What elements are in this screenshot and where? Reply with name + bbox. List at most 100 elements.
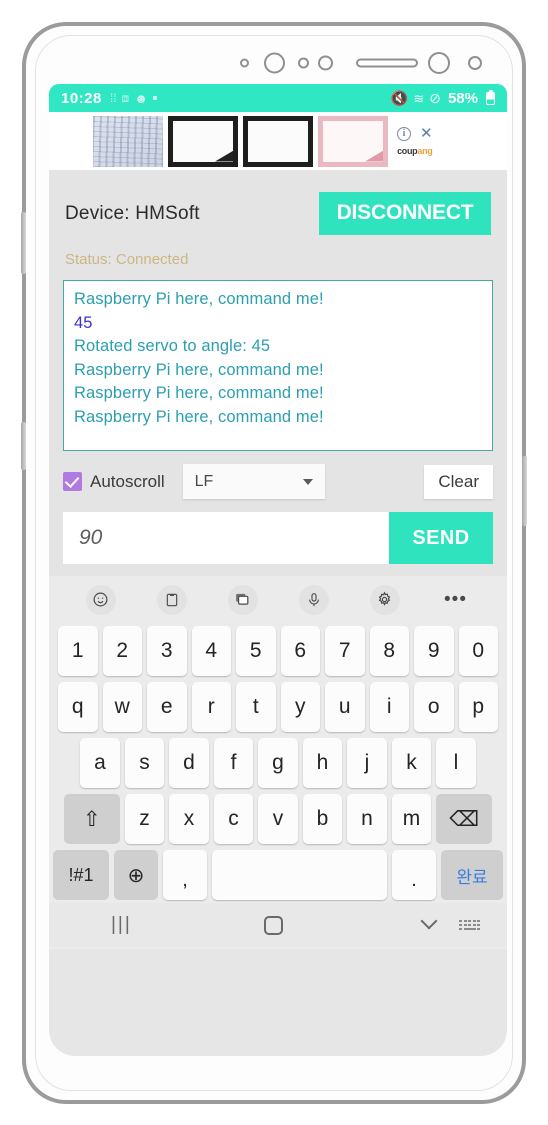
status-bar: 10:28 ⁞⁞ ⧈ ☻ 🔇 ≋ ⊘ 58% xyxy=(49,84,507,112)
more-options-icon[interactable]: ••• xyxy=(441,585,471,615)
key-q[interactable]: q xyxy=(58,682,98,732)
info-icon[interactable]: i xyxy=(397,126,411,141)
space-key[interactable] xyxy=(212,850,387,900)
key-t[interactable]: t xyxy=(236,682,276,732)
send-button[interactable]: SEND xyxy=(389,512,493,564)
key-f[interactable]: f xyxy=(213,738,254,788)
messenger-icon: ☻ xyxy=(134,90,148,106)
key-9[interactable]: 9 xyxy=(414,626,454,676)
done-key[interactable]: 완료 xyxy=(441,850,503,900)
key-k[interactable]: k xyxy=(391,738,432,788)
ad-controls: i ✕ coupang xyxy=(397,126,433,156)
keyboard-row-bottom: ⇧ z x c v b n m ⌫ xyxy=(49,791,507,847)
key-0[interactable]: 0 xyxy=(458,626,498,676)
wifi-icon: ≋ xyxy=(413,90,425,106)
key-c[interactable]: c xyxy=(213,794,254,844)
ad-brand-part1: coup xyxy=(397,145,418,156)
autoscroll-checkbox[interactable] xyxy=(63,472,82,491)
connection-status-label: Status: Connected xyxy=(65,251,189,268)
home-square-icon[interactable] xyxy=(263,915,283,935)
key-o[interactable]: o xyxy=(414,682,454,732)
settings-gear-icon[interactable] xyxy=(370,585,400,615)
power-button[interactable] xyxy=(522,456,527,526)
terminal-line: Raspberry Pi here, command me! xyxy=(74,384,324,402)
clipboard-icon[interactable] xyxy=(157,585,187,615)
sensor-dot-icon xyxy=(468,56,482,70)
key-v[interactable]: v xyxy=(258,794,298,844)
ad-control-row: i ✕ xyxy=(397,126,433,141)
key-u[interactable]: u xyxy=(325,682,365,732)
phone-screen: 10:28 ⁞⁞ ⧈ ☻ 🔇 ≋ ⊘ 58% i ✕ coupang Devic… xyxy=(49,84,507,1056)
volume-up-button[interactable] xyxy=(21,212,26,274)
battery-icon xyxy=(486,89,495,105)
key-d[interactable]: d xyxy=(169,738,209,788)
status-bar-clock: 10:28 xyxy=(61,89,102,107)
microphone-icon[interactable] xyxy=(299,585,329,615)
mute-icon: 🔇 xyxy=(390,90,409,106)
keyboard-toggle-button[interactable] xyxy=(459,919,481,931)
terminal-line: Raspberry Pi here, command me! xyxy=(74,360,324,379)
symbols-key[interactable]: !#1 xyxy=(53,850,109,900)
key-7[interactable]: 7 xyxy=(325,626,365,676)
shift-key[interactable]: ⇧ xyxy=(63,794,120,844)
key-2[interactable]: 2 xyxy=(102,626,142,676)
dismiss-keyboard-button[interactable] xyxy=(283,912,460,936)
key-m[interactable]: m xyxy=(391,794,432,844)
chevron-down-icon xyxy=(302,478,313,485)
ad-thumbnail-whiteboard-plain[interactable] xyxy=(243,115,313,167)
line-ending-dropdown[interactable]: LF xyxy=(182,464,325,499)
close-icon[interactable]: ✕ xyxy=(420,126,433,141)
key-w[interactable]: w xyxy=(102,682,142,732)
clear-button[interactable]: Clear xyxy=(424,464,493,499)
language-globe-icon[interactable]: ⊕ xyxy=(114,850,158,900)
backspace-key[interactable]: ⌫ xyxy=(436,794,493,844)
key-4[interactable]: 4 xyxy=(191,626,231,676)
autoscroll-toggle[interactable]: Autoscroll xyxy=(63,472,165,492)
key-1[interactable]: 1 xyxy=(58,626,98,676)
key-8[interactable]: 8 xyxy=(369,626,409,676)
key-n[interactable]: n xyxy=(347,794,387,844)
key-g[interactable]: g xyxy=(258,738,298,788)
terminal-output[interactable]: Raspberry Pi here, command me! 45 Rotate… xyxy=(63,280,493,451)
key-i[interactable]: i xyxy=(369,682,409,732)
key-r[interactable]: r xyxy=(191,682,231,732)
send-input[interactable] xyxy=(63,512,389,564)
sensor-dot-icon xyxy=(240,58,249,68)
key-e[interactable]: e xyxy=(147,682,187,732)
key-s[interactable]: s xyxy=(124,738,165,788)
system-navigation-bar: ||| xyxy=(49,903,507,947)
key-l[interactable]: l xyxy=(436,738,476,788)
emoji-icon[interactable] xyxy=(86,585,116,615)
chevron-down-icon xyxy=(420,912,438,929)
device-name-label: Device: HMSoft xyxy=(65,202,200,224)
sensor-dot-icon xyxy=(318,55,333,71)
key-3[interactable]: 3 xyxy=(147,626,187,676)
sensor-dot-icon xyxy=(298,57,309,69)
key-j[interactable]: j xyxy=(347,738,387,788)
key-b[interactable]: b xyxy=(302,794,343,844)
disconnect-button[interactable]: DISCONNECT xyxy=(319,192,491,235)
do-not-disturb-icon: ⊘ xyxy=(429,90,441,106)
volume-down-button[interactable] xyxy=(21,422,26,470)
sticker-icon[interactable] xyxy=(228,585,258,615)
key-x[interactable]: x xyxy=(169,794,209,844)
key-y[interactable]: y xyxy=(280,682,320,732)
front-camera-icon xyxy=(264,52,285,74)
key-a[interactable]: a xyxy=(80,738,120,788)
key-6[interactable]: 6 xyxy=(280,626,320,676)
ad-brand-part2: ang xyxy=(417,145,433,156)
app-main-content: Device: HMSoft DISCONNECT Status: Connec… xyxy=(49,170,507,576)
ad-brand-label: coupang xyxy=(397,145,433,156)
key-5[interactable]: 5 xyxy=(236,626,276,676)
ad-banner[interactable]: i ✕ coupang xyxy=(49,112,507,170)
ad-thumbnail-circuit-board[interactable] xyxy=(93,115,163,167)
key-z[interactable]: z xyxy=(124,794,165,844)
ad-thumbnail-whiteboard[interactable] xyxy=(168,115,238,167)
period-key[interactable]: . xyxy=(392,850,436,900)
key-h[interactable]: h xyxy=(302,738,343,788)
key-p[interactable]: p xyxy=(458,682,498,732)
ad-thumbnail-pink-whiteboard[interactable] xyxy=(318,115,388,167)
battery-percent-label: 58% xyxy=(447,89,478,107)
comma-key[interactable]: , xyxy=(163,850,207,900)
recents-button[interactable]: ||| xyxy=(75,914,264,936)
